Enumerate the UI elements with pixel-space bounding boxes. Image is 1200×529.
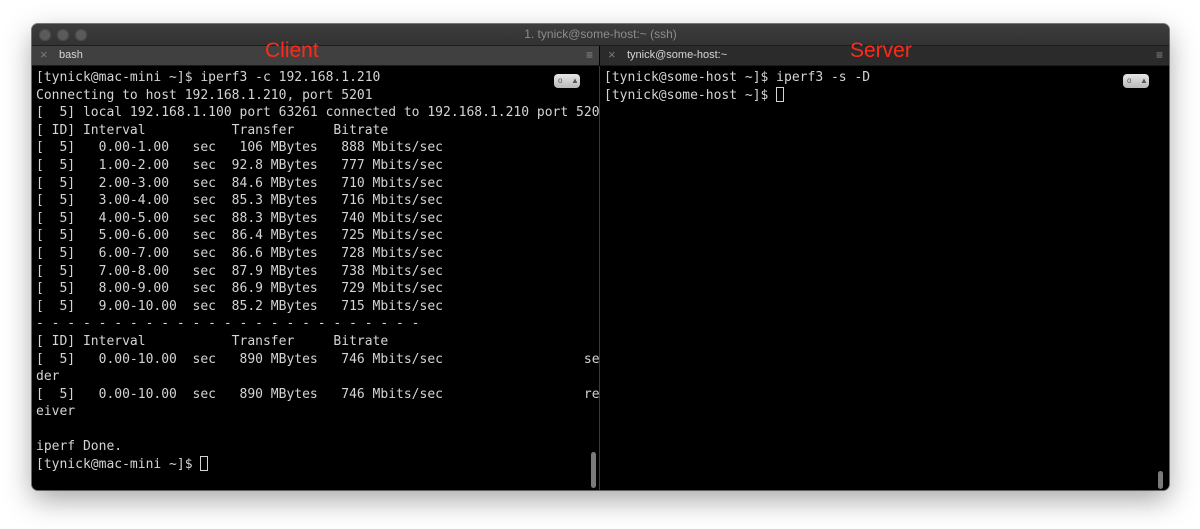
terminal-line: - - - - - - - - - - - - - - - - - - - - … <box>36 316 420 332</box>
terminal-line: [ 5] 8.00-9.00 sec 86.9 MBytes 729 Mbits… <box>36 281 443 297</box>
terminal-window: 1. tynick@some-host:~ (ssh) × bash ≡ Cli… <box>32 24 1169 490</box>
shell-prompt: [tynick@mac-mini ~]$ <box>36 457 201 473</box>
terminal-line: [ ID] Interval Transfer Bitrate <box>36 333 389 349</box>
client-scrollbar[interactable] <box>591 452 596 488</box>
tab-close-icon[interactable]: × <box>40 47 48 62</box>
terminal-prompt-line[interactable]: [tynick@some-host ~]$ <box>604 86 870 105</box>
server-label: Server <box>850 39 912 62</box>
terminal-line: [ 5] local 192.168.1.100 port 63261 conn… <box>36 105 608 121</box>
shell-prompt: [tynick@some-host ~]$ <box>604 87 777 103</box>
tab-label: tynick@some-host:~ <box>627 49 728 61</box>
terminal-line: [ 5] 9.00-10.00 sec 85.2 MBytes 715 Mbit… <box>36 298 443 314</box>
server-pane[interactable]: [tynick@some-host ~]$ iperf3 -s -D [tynic… <box>600 66 1169 490</box>
tab-label: bash <box>59 49 83 61</box>
text-cursor <box>776 86 785 102</box>
scroll-lock-icon[interactable]: o ▲ <box>1123 74 1149 88</box>
title-bar: 1. tynick@some-host:~ (ssh) <box>32 24 1169 46</box>
scroll-lock-icon[interactable]: o ▲ <box>554 74 580 88</box>
text-cursor <box>200 456 209 472</box>
terminal-line: Connecting to host 192.168.1.210, port 5… <box>36 87 373 103</box>
tab-menu-icon[interactable]: ≡ <box>1156 48 1163 62</box>
tab-close-icon[interactable]: × <box>608 47 616 62</box>
terminal-line: [ ID] Interval Transfer Bitrate <box>36 122 389 138</box>
terminal-line: [ 5] 2.00-3.00 sec 84.6 MBytes 710 Mbits… <box>36 175 443 191</box>
terminal-line: [ 5] 0.00-10.00 sec 890 MBytes 746 Mbits… <box>36 386 608 402</box>
client-pane[interactable]: [tynick@mac-mini ~]$ iperf3 -c 192.168.1… <box>32 66 607 490</box>
terminal-prompt-line[interactable]: [tynick@mac-mini ~]$ <box>36 456 607 474</box>
terminal-line: [ 5] 4.00-5.00 sec 88.3 MBytes 740 Mbits… <box>36 210 443 226</box>
terminal-line: [ 5] 5.00-6.00 sec 86.4 MBytes 725 Mbits… <box>36 228 443 244</box>
terminal-line: [ 5] 3.00-4.00 sec 85.3 MBytes 716 Mbits… <box>36 193 443 209</box>
terminal-line: [ 5] 0.00-1.00 sec 106 MBytes 888 Mbits/… <box>36 140 443 156</box>
terminal-line: der <box>36 369 60 385</box>
window-title: 1. tynick@some-host:~ (ssh) <box>524 27 677 41</box>
client-terminal-output[interactable]: [tynick@mac-mini ~]$ iperf3 -c 192.168.1… <box>36 69 607 474</box>
terminal-line: [tynick@mac-mini ~]$ iperf3 -c 192.168.1… <box>36 70 381 85</box>
client-label: Client <box>265 39 319 62</box>
server-scrollbar[interactable] <box>1158 471 1163 489</box>
server-terminal-output[interactable]: [tynick@some-host ~]$ iperf3 -s -D [tynic… <box>604 69 870 104</box>
terminal-line: [ 5] 6.00-7.00 sec 86.6 MBytes 728 Mbits… <box>36 245 443 261</box>
terminal-line: eiver <box>36 404 76 420</box>
terminal-line: [ 5] 1.00-2.00 sec 92.8 MBytes 777 Mbits… <box>36 157 443 173</box>
tab-menu-icon[interactable]: ≡ <box>586 48 593 62</box>
terminal-line: [ 5] 7.00-8.00 sec 87.9 MBytes 738 Mbits… <box>36 263 443 279</box>
terminal-line: iperf Done. <box>36 439 123 455</box>
terminal-line: [tynick@some-host ~]$ iperf3 -s -D <box>604 70 871 85</box>
terminal-line: [ 5] 0.00-10.00 sec 890 MBytes 746 Mbits… <box>36 351 608 367</box>
